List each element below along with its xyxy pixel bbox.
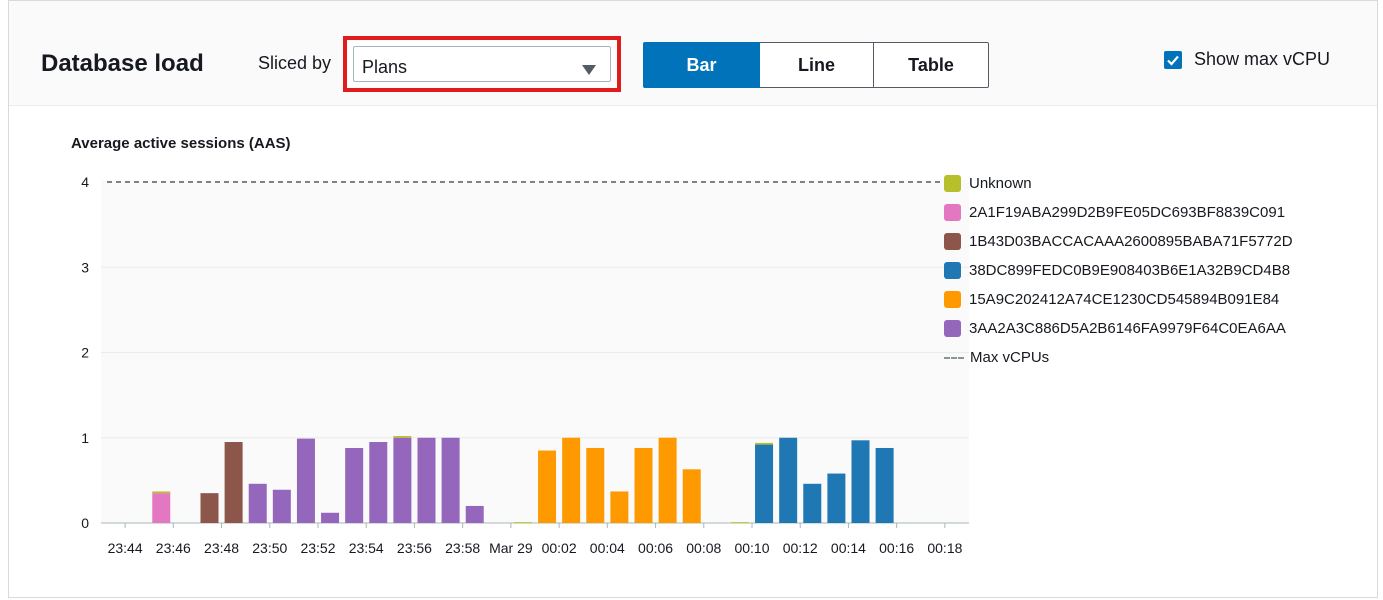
legend-swatch — [944, 233, 961, 250]
legend-item[interactable]: Unknown — [944, 169, 1293, 198]
bar-segment[interactable] — [224, 442, 243, 523]
legend-label: 1B43D03BACCACAAA2600895BABA71F5772D — [969, 233, 1293, 250]
legend-label: Unknown — [969, 175, 1032, 192]
legend-swatch — [944, 262, 961, 279]
bar-segment[interactable] — [730, 522, 749, 524]
bar-segment[interactable] — [610, 491, 629, 523]
legend-swatch — [944, 291, 961, 308]
bar-segment[interactable] — [296, 438, 315, 523]
legend-label: 3AA2A3C886D5A2B6146FA9979F64C0EA6AA — [969, 320, 1286, 337]
bar-segment[interactable] — [272, 489, 291, 523]
x-tick-label: 23:46 — [156, 540, 191, 556]
bar-segment[interactable] — [393, 436, 412, 438]
x-tick-label: 23:56 — [397, 540, 432, 556]
bar-segment[interactable] — [200, 493, 219, 523]
bar-segment[interactable] — [827, 473, 846, 523]
y-tick-label: 3 — [81, 259, 89, 275]
x-tick-label: 00:14 — [831, 540, 866, 556]
legend-label: 2A1F19ABA299D2B9FE05DC693BF8839C091 — [969, 204, 1286, 221]
legend-label: 38DC899FEDC0B9E908403B6E1A32B9CD4B8 — [969, 262, 1291, 279]
x-tick-label: 23:50 — [252, 540, 287, 556]
bar-segment[interactable] — [586, 447, 605, 523]
legend-item[interactable]: 2A1F19ABA299D2B9FE05DC693BF8839C091 — [944, 198, 1293, 227]
bar-segment[interactable] — [369, 442, 388, 523]
bar-segment[interactable] — [152, 491, 171, 494]
y-tick-label: 1 — [81, 430, 89, 446]
bar-segment[interactable] — [513, 522, 532, 524]
legend-swatch — [944, 320, 961, 337]
x-tick-label: 00:18 — [927, 540, 962, 556]
bar-segment[interactable] — [345, 447, 364, 523]
bar-segment[interactable] — [779, 437, 798, 523]
x-tick-label: 23:54 — [349, 540, 384, 556]
bar-segment[interactable] — [851, 440, 870, 523]
bar-segment[interactable] — [538, 450, 557, 523]
legend-swatch — [944, 204, 961, 221]
x-tick-label: 23:48 — [204, 540, 239, 556]
x-tick-label: 23:52 — [300, 540, 335, 556]
bar-segment[interactable] — [465, 505, 484, 523]
legend-swatch — [944, 175, 961, 192]
legend-item-max-vcpu[interactable]: Max vCPUs — [944, 343, 1293, 372]
bar-segment[interactable] — [393, 437, 412, 523]
x-tick-label: Mar 29 — [489, 540, 533, 556]
x-tick-label: 23:58 — [445, 540, 480, 556]
bar-segment[interactable] — [562, 437, 581, 523]
bar-segment[interactable] — [682, 469, 701, 523]
x-tick-label: 00:10 — [734, 540, 769, 556]
database-load-panel: Database load Sliced by Plans Bar Line T… — [8, 0, 1378, 598]
bar-segment[interactable] — [441, 437, 460, 523]
x-tick-label: 00:08 — [686, 540, 721, 556]
y-tick-label: 0 — [81, 515, 89, 531]
bar-segment[interactable] — [755, 442, 774, 445]
dashed-line-icon — [944, 356, 964, 359]
x-tick-label: 00:06 — [638, 540, 673, 556]
legend-item[interactable]: 15A9C202412A74CE1230CD545894B091E84 — [944, 285, 1293, 314]
legend-item[interactable]: 38DC899FEDC0B9E908403B6E1A32B9CD4B8 — [944, 256, 1293, 285]
bar-segment[interactable] — [152, 493, 171, 523]
x-tick-label: 23:44 — [108, 540, 143, 556]
chart-legend: Unknown 2A1F19ABA299D2B9FE05DC693BF8839C… — [944, 169, 1293, 372]
y-tick-label: 2 — [81, 345, 89, 361]
legend-label: 15A9C202412A74CE1230CD545894B091E84 — [969, 291, 1280, 308]
x-tick-label: 00:02 — [542, 540, 577, 556]
bar-segment[interactable] — [755, 444, 774, 523]
bar-segment[interactable] — [803, 483, 822, 523]
bar-segment[interactable] — [634, 447, 653, 523]
legend-label: Max vCPUs — [970, 349, 1050, 366]
bar-segment[interactable] — [658, 437, 677, 523]
bar-segment[interactable] — [417, 437, 436, 523]
x-tick-label: 00:12 — [783, 540, 818, 556]
x-tick-label: 00:04 — [590, 540, 625, 556]
y-tick-label: 4 — [81, 174, 89, 190]
bar-segment[interactable] — [248, 483, 267, 523]
x-tick-label: 00:16 — [879, 540, 914, 556]
bar-segment[interactable] — [321, 512, 340, 523]
legend-item[interactable]: 1B43D03BACCACAAA2600895BABA71F5772D — [944, 227, 1293, 256]
legend-item[interactable]: 3AA2A3C886D5A2B6146FA9979F64C0EA6AA — [944, 314, 1293, 343]
bar-segment[interactable] — [875, 447, 894, 523]
